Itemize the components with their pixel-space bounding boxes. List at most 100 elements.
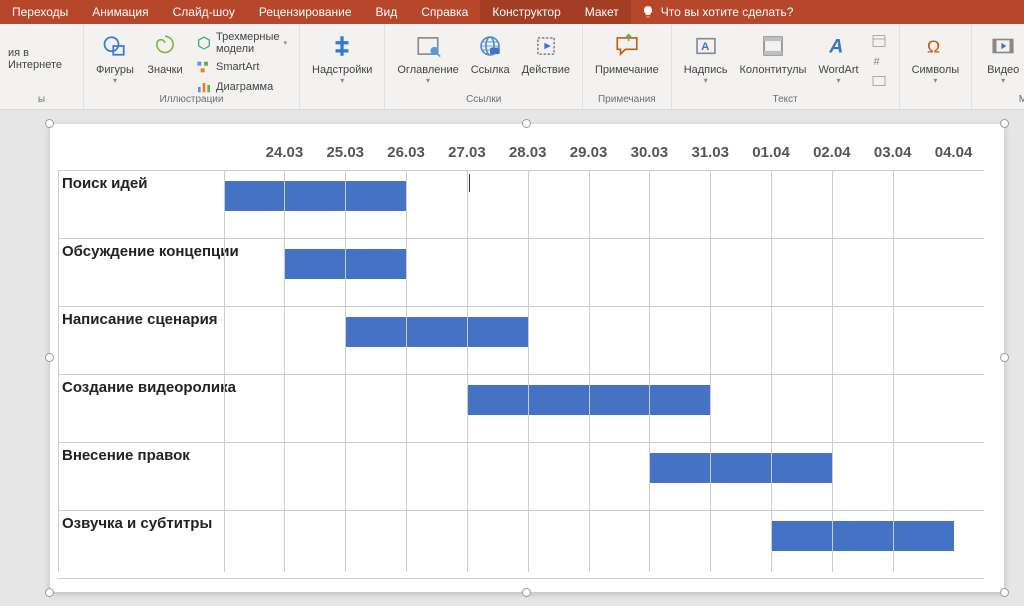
group-text-label: Текст xyxy=(773,92,798,107)
date-label: 29.03 xyxy=(558,144,619,166)
hash-icon: # xyxy=(871,53,887,69)
bulb-icon xyxy=(641,5,655,19)
gridline xyxy=(345,170,346,572)
textbox-icon: A xyxy=(693,33,719,59)
object-button[interactable] xyxy=(869,72,889,90)
gantt-bar[interactable] xyxy=(224,181,407,211)
textbox-button[interactable]: A Надпись ▾ xyxy=(678,26,734,85)
gantt-row: Внесение правок xyxy=(58,442,984,510)
gantt-bar[interactable] xyxy=(771,521,954,551)
reuse-slides-btn[interactable]: ия в Интернете xyxy=(6,46,77,72)
task-label: Написание сценария xyxy=(62,311,244,329)
gridline xyxy=(467,170,468,572)
date-label: 24.03 xyxy=(254,144,315,166)
tab-designer[interactable]: Конструктор xyxy=(480,0,572,24)
task-label: Обсуждение концепции xyxy=(62,243,244,261)
action-button[interactable]: Действие xyxy=(516,26,576,76)
gridline xyxy=(528,170,529,572)
group-symbols: Ω Символы ▾ xyxy=(900,24,973,109)
gantt-bar[interactable] xyxy=(649,453,832,483)
task-label: Внесение правок xyxy=(62,447,244,465)
ribbon-tabs: Переходы Анимация Слайд-шоу Рецензирован… xyxy=(0,0,1024,24)
task-rows: Поиск идей Обсуждение концепции Написание … xyxy=(58,170,984,572)
link-icon xyxy=(477,33,503,59)
date-label: 27.03 xyxy=(436,144,497,166)
omega-icon: Ω xyxy=(922,33,948,59)
chart-plot-area[interactable]: 24.0325.0326.0327.0328.0329.0330.0331.03… xyxy=(58,144,984,572)
group-media: Видео ▾ Звук ▾ За эк Мультимедиа xyxy=(972,24,1024,109)
group-links: Оглавление ▾ Ссылка Действие Ссылки xyxy=(385,24,583,109)
gridline xyxy=(224,170,225,572)
gridline xyxy=(284,170,285,572)
date-label: 28.03 xyxy=(497,144,558,166)
link-button[interactable]: Ссылка xyxy=(465,26,516,76)
svg-text:#: # xyxy=(873,56,879,68)
svg-text:A: A xyxy=(701,41,709,53)
task-label: Поиск идей xyxy=(62,175,244,193)
gantt-row: Создание видеоролика xyxy=(58,374,984,442)
smartart-button[interactable]: SmartArt xyxy=(194,58,289,76)
group-illustrations: Фигуры ▾ Значки Трехмерные модели ▾ Smar… xyxy=(84,24,300,109)
gridline xyxy=(710,170,711,572)
gridline xyxy=(406,170,407,572)
svg-text:Ω: Ω xyxy=(927,37,940,57)
wordart-button[interactable]: A WordArt ▾ xyxy=(812,26,864,85)
group-illus-label: Иллюстрации xyxy=(160,92,224,107)
action-icon xyxy=(533,33,559,59)
date-label: 26.03 xyxy=(376,144,437,166)
svg-text:A: A xyxy=(828,36,843,58)
date-label: 25.03 xyxy=(315,144,376,166)
group-addins: Надстройки ▾ xyxy=(300,24,385,109)
icons-button[interactable]: Значки xyxy=(140,26,190,76)
toc-button[interactable]: Оглавление ▾ xyxy=(391,26,464,85)
tab-review[interactable]: Рецензирование xyxy=(247,0,364,24)
slidenum-button[interactable]: # xyxy=(869,52,889,70)
date-label: 02.04 xyxy=(801,144,862,166)
gantt-chart-object[interactable]: 24.0325.0326.0327.0328.0329.0330.0331.03… xyxy=(50,124,1004,592)
tab-slideshow[interactable]: Слайд-шоу xyxy=(161,0,247,24)
gantt-row: Написание сценария xyxy=(58,306,984,374)
gridline xyxy=(589,170,590,572)
date-label: 30.03 xyxy=(619,144,680,166)
addin-icon xyxy=(329,33,355,59)
group-comments: Примечание Примечания xyxy=(583,24,672,109)
object-icon xyxy=(871,73,887,89)
group-addins-label xyxy=(341,92,344,107)
slide-workspace: 24.0325.0326.0327.0328.0329.0330.0331.03… xyxy=(0,110,1024,592)
tab-transitions[interactable]: Переходы xyxy=(0,0,80,24)
tab-layout[interactable]: Макет xyxy=(573,0,631,24)
tab-animation[interactable]: Анимация xyxy=(80,0,160,24)
date-axis: 24.0325.0326.0327.0328.0329.0330.0331.03… xyxy=(254,144,984,166)
shapes-icon xyxy=(101,32,129,60)
shapes-button[interactable]: Фигуры ▾ xyxy=(90,26,140,85)
tell-me-search[interactable]: Что вы хотите сделать? xyxy=(631,5,804,19)
gantt-bar[interactable] xyxy=(345,317,528,347)
smartart-icon xyxy=(196,59,212,75)
group-comments-label: Примечания xyxy=(598,92,656,107)
date-button[interactable] xyxy=(869,32,889,50)
comment-icon xyxy=(614,33,640,59)
video-button[interactable]: Видео ▾ xyxy=(978,26,1024,85)
symbols-button[interactable]: Ω Символы ▾ xyxy=(906,26,966,85)
gridline xyxy=(832,170,833,572)
group-reuse-label: ы xyxy=(38,92,45,107)
3d-models-button[interactable]: Трехмерные модели ▾ xyxy=(194,30,289,56)
date-label: 04.04 xyxy=(923,144,984,166)
tab-view[interactable]: Вид xyxy=(364,0,410,24)
headerfooter-button[interactable]: Колонтитулы xyxy=(734,26,813,76)
date-icon xyxy=(871,33,887,49)
video-icon xyxy=(990,33,1016,59)
addins-button[interactable]: Надстройки ▾ xyxy=(306,26,378,85)
date-label: 31.03 xyxy=(680,144,741,166)
ribbon: ия в Интернете ы Фигуры ▾ Значки Трехмер… xyxy=(0,24,1024,110)
date-label: 01.04 xyxy=(741,144,802,166)
text-cursor xyxy=(469,174,470,192)
comment-button[interactable]: Примечание xyxy=(589,26,665,76)
gridline xyxy=(771,170,772,572)
task-label: Создание видеоролика xyxy=(62,379,244,397)
group-links-label: Ссылки xyxy=(466,92,501,107)
group-media-label: Мультимедиа xyxy=(1019,92,1024,107)
task-label: Озвучка и субтитры xyxy=(62,515,244,533)
tab-help[interactable]: Справка xyxy=(409,0,480,24)
group-text: A Надпись ▾ Колонтитулы A WordArt ▾ # Те… xyxy=(672,24,900,109)
